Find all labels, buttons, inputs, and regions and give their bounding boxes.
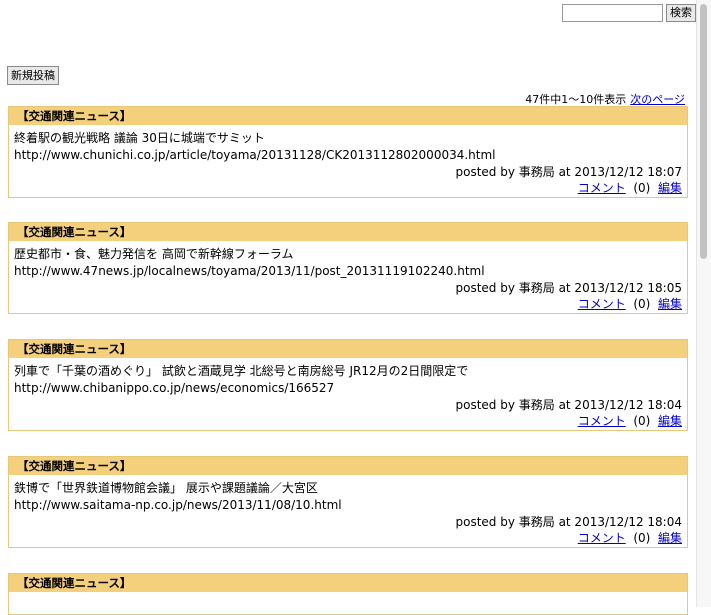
- pager-summary: 47件中1～10件表示: [525, 93, 627, 106]
- entry-card: 【交通関連ニュース】: [8, 573, 688, 615]
- entry-card: 【交通関連ニュース】 鉄博で「世界鉄道博物館会議」 展示や課題議論／大宮区 ht…: [8, 456, 688, 548]
- entry-body: 歴史都市・食、魅力発信を 高岡で新幹線フォーラム http://www.47ne…: [9, 241, 687, 280]
- entry-footer: posted by 事務局 at 2013/12/12 18:04 コメント (…: [9, 514, 687, 547]
- entry-card: 【交通関連ニュース】 終着駅の観光戦略 議論 30日に城端でサミット http:…: [8, 106, 688, 198]
- edit-link[interactable]: 編集: [658, 414, 682, 428]
- entry-footer: posted by 事務局 at 2013/12/12 18:05 コメント (…: [9, 280, 687, 313]
- entry-category: 【交通関連ニュース】: [9, 574, 687, 592]
- entry-footer: posted by 事務局 at 2013/12/12 18:07 コメント (…: [9, 164, 687, 197]
- entry-url: http://www.47news.jp/localnews/toyama/20…: [14, 264, 485, 278]
- comment-link[interactable]: コメント: [578, 181, 626, 195]
- comment-link[interactable]: コメント: [578, 297, 626, 311]
- edit-link[interactable]: 編集: [658, 297, 682, 311]
- edit-link[interactable]: 編集: [658, 531, 682, 545]
- next-page-link[interactable]: 次のページ: [630, 93, 685, 106]
- vertical-scrollbar[interactable]: [696, 0, 711, 607]
- entry-category: 【交通関連ニュース】: [9, 457, 687, 475]
- edit-link[interactable]: 編集: [658, 181, 682, 195]
- entry-posted: posted by 事務局 at 2013/12/12 18:04: [455, 398, 682, 412]
- entry-footer: posted by 事務局 at 2013/12/12 18:04 コメント (…: [9, 397, 687, 430]
- entry-url: http://www.saitama-np.co.jp/news/2013/11…: [14, 498, 342, 512]
- entry-category: 【交通関連ニュース】: [9, 340, 687, 358]
- entry-card: 【交通関連ニュース】 列車で「千葉の酒めぐり」 試飲と酒蔵見学 北総号と南房総号…: [8, 339, 688, 431]
- new-post-button[interactable]: 新規投稿: [7, 66, 59, 85]
- entry-category: 【交通関連ニュース】: [9, 223, 687, 241]
- entry-url: http://www.chibanippo.co.jp/news/economi…: [14, 381, 335, 395]
- entry-posted: posted by 事務局 at 2013/12/12 18:07: [455, 165, 682, 179]
- entry-posted: posted by 事務局 at 2013/12/12 18:04: [455, 515, 682, 529]
- comment-count: (0): [633, 414, 651, 428]
- entry-url: http://www.chunichi.co.jp/article/toyama…: [14, 148, 496, 162]
- entry-posted: posted by 事務局 at 2013/12/12 18:05: [455, 281, 682, 295]
- pager: 47件中1～10件表示 次のページ: [525, 91, 685, 107]
- entry-title: 鉄博で「世界鉄道博物館会議」 展示や課題議論／大宮区: [14, 481, 318, 495]
- search-form: 検索: [562, 4, 696, 22]
- entry-card: 【交通関連ニュース】 歴史都市・食、魅力発信を 高岡で新幹線フォーラム http…: [8, 222, 688, 314]
- search-button[interactable]: 検索: [666, 4, 696, 22]
- entry-body: 鉄博で「世界鉄道博物館会議」 展示や課題議論／大宮区 http://www.sa…: [9, 475, 687, 514]
- search-input[interactable]: [562, 4, 663, 22]
- comment-count: (0): [633, 297, 651, 311]
- comment-link[interactable]: コメント: [578, 531, 626, 545]
- entry-body: 終着駅の観光戦略 議論 30日に城端でサミット http://www.chuni…: [9, 125, 687, 164]
- comment-count: (0): [633, 531, 651, 545]
- entry-body: 列車で「千葉の酒めぐり」 試飲と酒蔵見学 北総号と南房総号 JR12月の2日間限…: [9, 358, 687, 397]
- entry-title: 歴史都市・食、魅力発信を 高岡で新幹線フォーラム: [14, 247, 294, 261]
- comment-count: (0): [633, 181, 651, 195]
- entry-category: 【交通関連ニュース】: [9, 107, 687, 125]
- entry-title: 終着駅の観光戦略 議論 30日に城端でサミット: [14, 131, 265, 145]
- comment-link[interactable]: コメント: [578, 414, 626, 428]
- scrollbar-thumb[interactable]: [700, 4, 707, 259]
- entry-title: 列車で「千葉の酒めぐり」 試飲と酒蔵見学 北総号と南房総号 JR12月の2日間限…: [14, 364, 469, 378]
